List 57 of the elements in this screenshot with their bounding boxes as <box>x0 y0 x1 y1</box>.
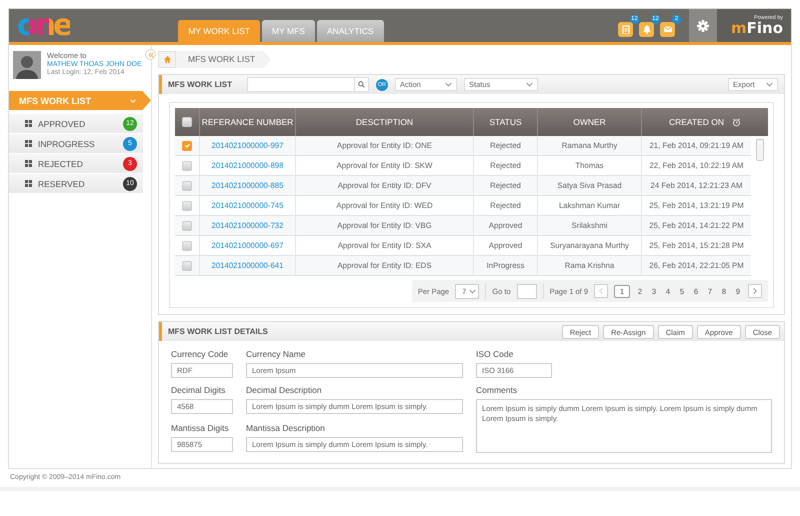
home-icon <box>162 55 172 64</box>
chevron-down-icon <box>445 82 452 87</box>
checkbox[interactable] <box>182 220 192 230</box>
check-icon <box>184 142 190 149</box>
search-icon[interactable] <box>358 81 365 88</box>
search-field[interactable] <box>247 77 369 92</box>
notification-button[interactable] <box>660 22 675 36</box>
column-header: REFERANCE NUMBER <box>202 117 294 127</box>
scroll-thumb[interactable] <box>756 139 764 161</box>
alarm-clock-icon <box>732 118 742 126</box>
checkbox[interactable] <box>182 117 192 127</box>
page-input[interactable] <box>516 284 537 298</box>
field-label: Currency Name <box>246 349 307 359</box>
column-header: DESCTIPTION <box>356 117 414 127</box>
chevron-right-icon <box>753 287 757 295</box>
clipboard-icon <box>620 24 630 34</box>
checkbox[interactable] <box>182 240 192 250</box>
next-button[interactable] <box>748 284 762 298</box>
panel-title: MFS WORK LIST <box>168 80 232 89</box>
checkbox[interactable] <box>182 200 192 210</box>
column-header: OWNER <box>573 117 606 127</box>
checkbox[interactable] <box>182 140 192 150</box>
section-title: MFS WORK LIST <box>19 96 91 106</box>
settings-button[interactable] <box>689 9 717 42</box>
envelope-icon <box>662 24 672 34</box>
avatar-icon <box>13 51 41 79</box>
notification-button[interactable] <box>618 22 633 36</box>
field-label: ISO Code <box>476 349 514 359</box>
grid-icon <box>25 140 32 147</box>
chevron-down-icon <box>526 82 533 87</box>
grid-icon <box>25 160 32 167</box>
brand-logo: mFino <box>730 21 783 36</box>
panel-title: MFS WORK LIST DETAILS <box>168 327 269 336</box>
checkbox[interactable] <box>182 180 192 190</box>
breadcrumb-item[interactable]: MFS WORK LIST <box>176 51 272 68</box>
column-header: STATUS <box>489 117 522 127</box>
field-label: Comments <box>476 385 518 395</box>
home-button[interactable] <box>158 51 176 68</box>
chevron-down-icon <box>469 288 476 294</box>
double-chevron-icon <box>148 52 154 58</box>
field-label: Currency Code <box>171 349 230 359</box>
previous-button[interactable] <box>594 284 608 298</box>
grid-icon <box>25 120 32 127</box>
checkbox[interactable] <box>182 160 192 170</box>
grid-icon <box>25 180 32 187</box>
notification-button[interactable] <box>639 22 654 36</box>
bell-icon <box>642 24 652 34</box>
checkbox[interactable] <box>182 260 192 270</box>
chevron-left-icon <box>599 287 603 295</box>
chevron-down-icon <box>766 82 773 87</box>
column-header: CREATED ON <box>668 117 724 127</box>
field-label: Decimal Digits <box>171 385 226 395</box>
field-label: Mantissa Description <box>246 422 326 432</box>
collapse-button[interactable] <box>145 49 156 60</box>
field-label: Mantissa Digits <box>171 422 230 432</box>
settings-icon <box>696 18 710 32</box>
field-label: Decimal Description <box>246 385 323 395</box>
